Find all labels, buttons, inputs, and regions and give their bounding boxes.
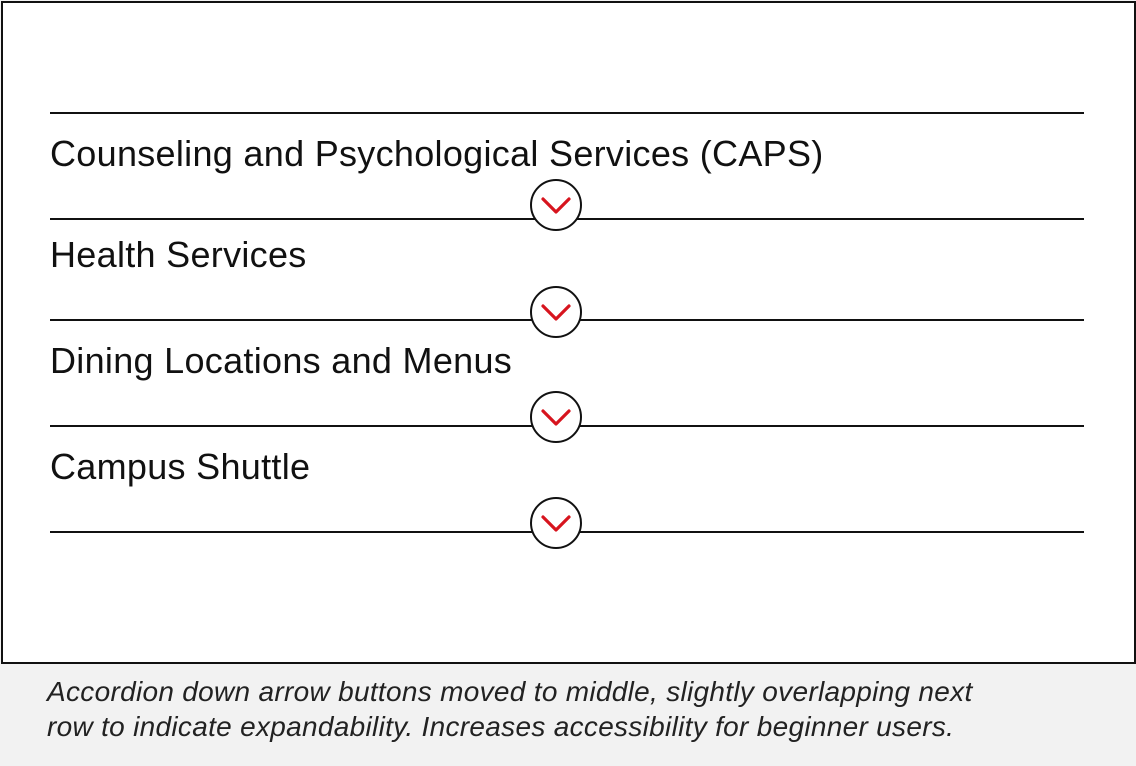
accordion-item-label[interactable]: Counseling and Psychological Services (C…	[50, 133, 824, 175]
accordion-item-label[interactable]: Dining Locations and Menus	[50, 340, 512, 382]
expand-toggle-button[interactable]	[530, 179, 582, 231]
chevron-down-icon	[541, 409, 571, 426]
chevron-down-icon	[541, 197, 571, 214]
caption-line: row to indicate expandability. Increases…	[47, 711, 955, 742]
design-note-caption: Accordion down arrow buttons moved to mi…	[47, 674, 1107, 744]
expand-toggle-button[interactable]	[530, 391, 582, 443]
chevron-down-icon	[541, 304, 571, 321]
accordion-item-label[interactable]: Health Services	[50, 234, 307, 276]
accordion-item-label[interactable]: Campus Shuttle	[50, 446, 310, 488]
accordion-top-divider	[50, 112, 1084, 114]
caption-line: Accordion down arrow buttons moved to mi…	[47, 676, 973, 707]
chevron-down-icon	[541, 515, 571, 532]
expand-toggle-button[interactable]	[530, 286, 582, 338]
mockup-stage: Counseling and Psychological Services (C…	[0, 0, 1136, 766]
expand-toggle-button[interactable]	[530, 497, 582, 549]
